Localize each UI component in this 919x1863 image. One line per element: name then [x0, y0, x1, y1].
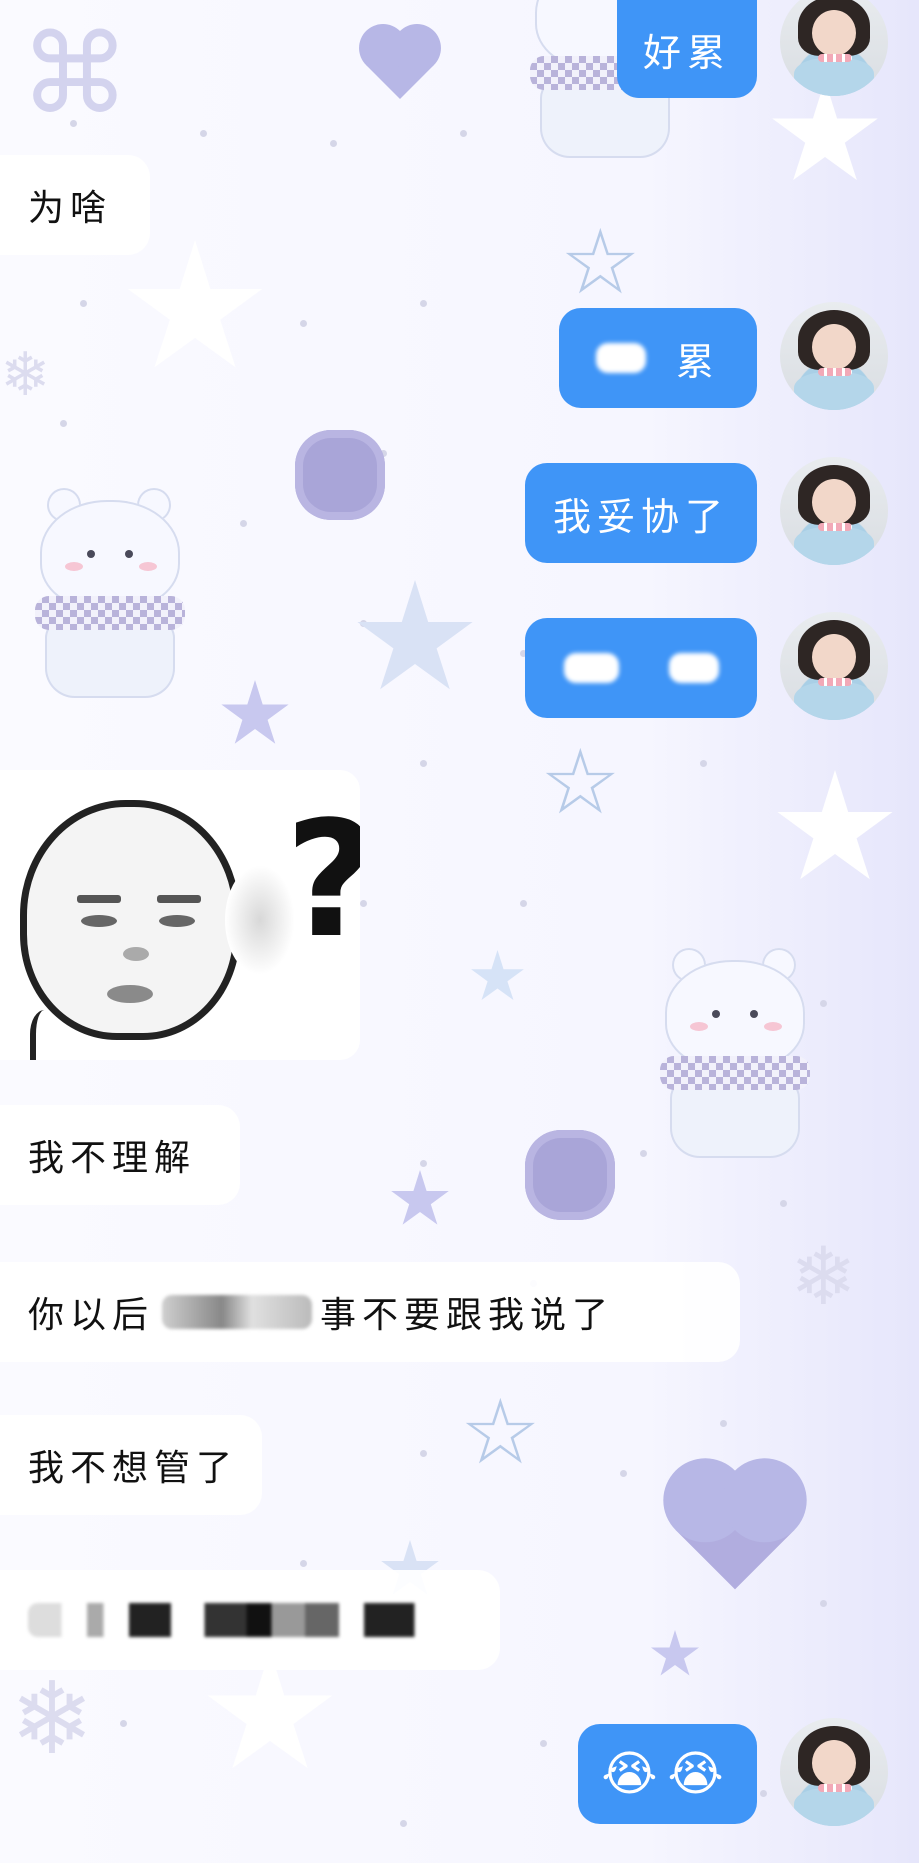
outgoing-message-bubble[interactable]: 😭😭	[578, 1724, 757, 1824]
bear-decoration	[650, 948, 820, 1160]
outgoing-message-bubble[interactable]: 好累	[617, 0, 757, 98]
redacted-text	[563, 653, 619, 683]
message-text: 我不理解	[28, 1138, 197, 1179]
user-avatar-icon[interactable]	[780, 302, 888, 410]
message-text: 好累	[642, 30, 731, 75]
redacted-text	[28, 1603, 448, 1637]
outgoing-message-bubble[interactable]	[525, 618, 757, 718]
heart-decoration-icon	[366, 31, 434, 99]
message-text: 为啥	[28, 188, 113, 229]
star-decoration-icon	[777, 770, 893, 880]
message-text-start: 你以后	[28, 1295, 155, 1336]
confused-face-icon	[20, 800, 240, 1040]
star-decoration-icon	[127, 240, 263, 368]
incoming-message-bubble[interactable]	[0, 1570, 500, 1670]
message-text: 我妥协了	[552, 494, 729, 539]
message-text: 累	[675, 339, 720, 384]
redacted-text	[668, 653, 719, 683]
star-decoration-icon	[772, 80, 878, 181]
message-text-end: 事不要跟我说了	[320, 1295, 615, 1336]
incoming-message-bubble[interactable]: 我不理解	[0, 1105, 240, 1205]
redacted-text	[595, 343, 646, 373]
incoming-message-bubble[interactable]: 为啥	[0, 155, 150, 255]
question-mark-icon: ?	[285, 800, 360, 960]
user-avatar-icon[interactable]	[780, 612, 888, 720]
message-text: 我不想管了	[28, 1448, 239, 1489]
heart-decoration-icon	[675, 1470, 795, 1590]
incoming-message-bubble[interactable]: 我不想管了	[0, 1415, 262, 1515]
user-avatar-icon[interactable]	[780, 457, 888, 565]
incoming-message-bubble[interactable]: 你以后 事不要跟我说了	[0, 1262, 740, 1362]
outgoing-message-bubble[interactable]: 累	[559, 308, 757, 408]
sticker-confused-face[interactable]: ?	[0, 770, 360, 1060]
user-avatar-icon[interactable]	[780, 0, 888, 96]
redacted-text	[162, 1295, 313, 1329]
user-avatar-icon[interactable]	[780, 1718, 888, 1826]
crying-face-emoji-icon: 😭😭	[601, 1746, 734, 1802]
outgoing-message-bubble[interactable]: 我妥协了	[525, 463, 757, 563]
bear-decoration	[25, 488, 195, 700]
